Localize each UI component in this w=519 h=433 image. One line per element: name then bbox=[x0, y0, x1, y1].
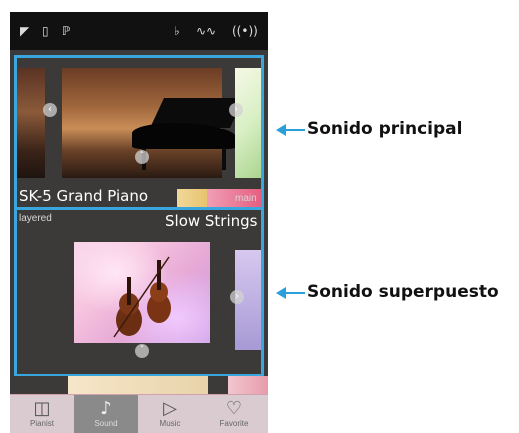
tab-sound[interactable]: ♪ Sound bbox=[74, 395, 138, 433]
violins-graphic bbox=[113, 256, 171, 338]
layered-sound-panel[interactable]: layered Slow Strings › ˇ bbox=[14, 207, 264, 377]
chevron-right-icon[interactable]: › bbox=[230, 290, 244, 304]
tab-label: Sound bbox=[94, 419, 118, 428]
main-sound-callout: Sonido principal bbox=[307, 119, 463, 139]
metronome-icon[interactable]: ♭ bbox=[174, 24, 180, 38]
piano-icon: ◫ bbox=[33, 398, 51, 419]
chevron-down-icon[interactable]: ˇ bbox=[135, 344, 149, 358]
chevron-left-icon[interactable]: ‹ bbox=[43, 103, 57, 117]
tab-label: Music bbox=[159, 419, 181, 428]
next-row-preview bbox=[10, 376, 268, 394]
main-tag: main bbox=[235, 193, 257, 204]
sound-strip bbox=[177, 189, 207, 209]
play-icon: ▷ bbox=[163, 398, 177, 419]
usb-drive-icon: ▯ bbox=[42, 24, 49, 38]
wireless-icon[interactable]: ((•)) bbox=[232, 24, 258, 38]
tab-bar: ◫ Pianist ♪ Sound ▷ Music ♡ Favorite bbox=[10, 394, 268, 433]
layered-sound-callout: Sonido superpuesto bbox=[307, 282, 499, 302]
tab-label: Pianist bbox=[29, 419, 54, 428]
layered-tag: layered bbox=[19, 213, 52, 224]
tab-music[interactable]: ▷ Music bbox=[138, 395, 202, 433]
music-note-icon: ♪ bbox=[100, 398, 112, 419]
chevron-up-icon[interactable]: ˆ bbox=[135, 150, 149, 164]
piano-leg bbox=[222, 148, 226, 170]
main-sound-name: SK-5 Grand Piano bbox=[19, 187, 149, 205]
preview-image bbox=[68, 376, 208, 394]
status-bar: ◤ ▯ ℙ ♭ ∿∿ ((•)) bbox=[10, 12, 268, 50]
tab-pianist[interactable]: ◫ Pianist bbox=[10, 395, 74, 433]
tab-favorite[interactable]: ♡ Favorite bbox=[202, 395, 266, 433]
violin-image[interactable] bbox=[74, 242, 210, 343]
layered-sound-name: Slow Strings bbox=[165, 212, 258, 230]
heart-icon: ♡ bbox=[225, 398, 243, 419]
chevron-right-icon[interactable]: › bbox=[229, 103, 243, 117]
prev-sound-image[interactable] bbox=[17, 68, 45, 178]
next-sound-image[interactable] bbox=[235, 68, 261, 178]
preview-image bbox=[228, 376, 268, 394]
main-sound-panel[interactable]: ‹ › ˆ SK-5 Grand Piano main bbox=[14, 55, 264, 212]
arrow-line bbox=[285, 129, 305, 131]
arrow-line bbox=[285, 292, 305, 294]
tab-label: Favorite bbox=[219, 419, 249, 428]
bluetooth-icon: ℙ bbox=[62, 24, 71, 38]
waveform-icon[interactable]: ∿∿ bbox=[196, 24, 216, 38]
headphones-icon: ◤ bbox=[20, 24, 30, 38]
